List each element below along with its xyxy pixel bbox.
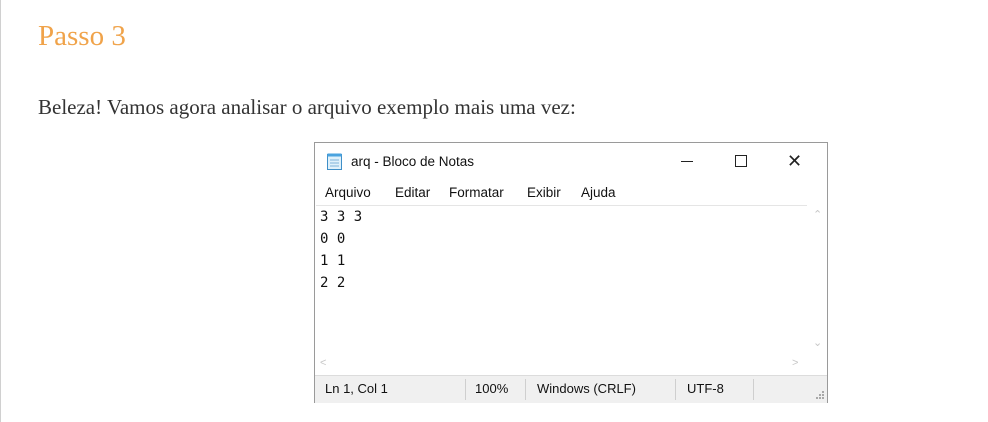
scroll-left-icon[interactable]: < xyxy=(320,357,326,369)
editor-line: 2 2 xyxy=(320,275,346,291)
status-encoding: UTF-8 xyxy=(687,381,724,396)
title-bar[interactable]: arq - Bloco de Notas ✕ xyxy=(315,143,827,179)
menu-ajuda[interactable]: Ajuda xyxy=(581,184,616,202)
close-button[interactable]: ✕ xyxy=(773,149,819,175)
status-divider xyxy=(465,379,466,400)
status-zoom: 100% xyxy=(475,381,509,396)
intro-text: Beleza! Vamos agora analisar o arquivo e… xyxy=(38,95,576,119)
step-title: Passo 3 xyxy=(38,20,126,52)
maximize-button[interactable] xyxy=(719,149,765,175)
resize-grip-icon[interactable] xyxy=(813,388,825,400)
menu-arquivo[interactable]: Arquivo xyxy=(325,184,371,202)
status-bar: Ln 1, Col 1 100% Windows (CRLF) UTF-8 xyxy=(315,375,827,403)
status-position: Ln 1, Col 1 xyxy=(325,381,388,396)
status-divider xyxy=(675,379,676,400)
menu-editar[interactable]: Editar xyxy=(395,184,430,202)
menu-exibir[interactable]: Exibir xyxy=(527,184,561,202)
menu-bar: Arquivo Editar Formatar Exibir Ajuda xyxy=(315,182,827,204)
window-title: arq - Bloco de Notas xyxy=(351,154,475,169)
status-divider xyxy=(753,379,754,400)
minimize-icon xyxy=(681,161,693,162)
editor-line: 0 0 xyxy=(320,231,346,247)
close-icon: ✕ xyxy=(787,151,803,171)
notepad-icon xyxy=(327,153,342,170)
notepad-window: arq - Bloco de Notas ✕ Arquivo Editar Fo… xyxy=(314,142,828,403)
vertical-scrollbar[interactable]: ⌃ ⌄ xyxy=(807,205,827,355)
editor-line: 3 3 3 xyxy=(320,209,363,225)
horizontal-scrollbar[interactable]: < > xyxy=(316,354,807,372)
scroll-right-icon[interactable]: > xyxy=(792,357,798,369)
maximize-icon xyxy=(735,155,747,167)
scroll-up-icon[interactable]: ⌃ xyxy=(813,209,822,221)
menu-formatar[interactable]: Formatar xyxy=(449,184,504,202)
text-editor[interactable]: 3 3 3 0 0 1 1 2 2 xyxy=(316,205,808,356)
left-border xyxy=(0,0,1,422)
editor-line: 1 1 xyxy=(320,253,346,269)
status-divider xyxy=(525,379,526,400)
status-line-ending: Windows (CRLF) xyxy=(537,381,636,396)
minimize-button[interactable] xyxy=(665,149,711,175)
scroll-down-icon[interactable]: ⌄ xyxy=(813,337,822,349)
